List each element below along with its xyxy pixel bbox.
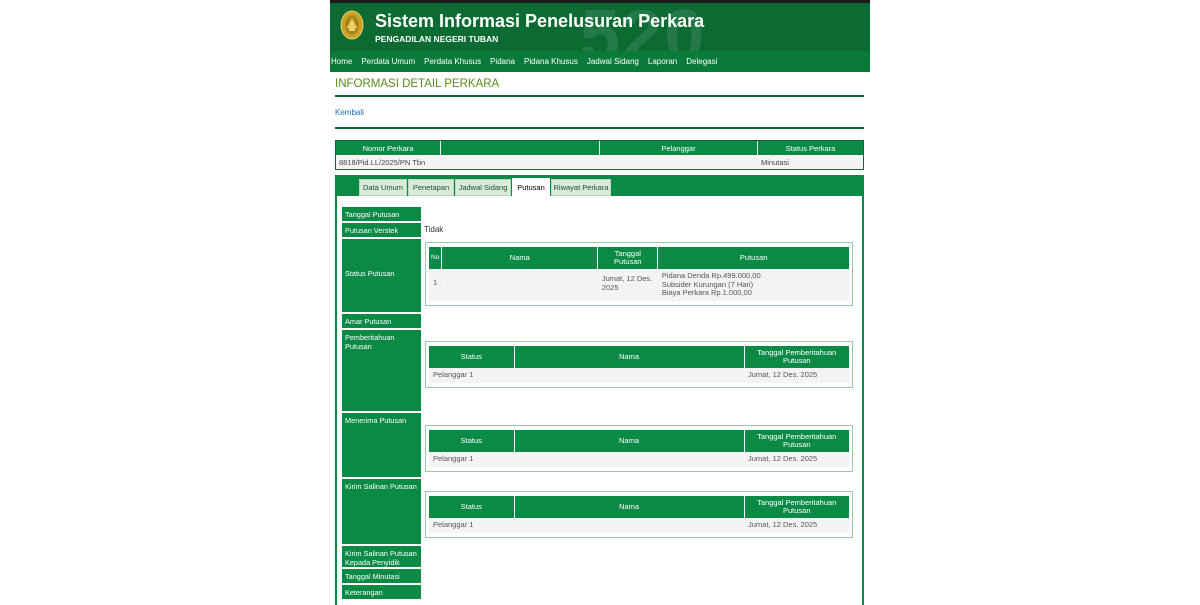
nav-perdata-umum[interactable]: Perdata Umum bbox=[361, 57, 415, 66]
menerima-box: Status Nama Tanggal Pemberitahuan Putusa… bbox=[425, 425, 853, 472]
row-tanggal: Jumat, 12 Des. 2025 bbox=[744, 518, 849, 533]
tab-putusan[interactable]: Putusan bbox=[512, 178, 550, 196]
table-header-row: No Nama Tanggal Putusan Putusan bbox=[429, 247, 849, 269]
nav-laporan[interactable]: Laporan bbox=[648, 57, 677, 66]
nav-delegasi[interactable]: Delegasi bbox=[686, 57, 717, 66]
table-row: Pelanggar 1 Jumat, 12 Des. 2025 bbox=[429, 452, 849, 467]
header-pelanggar: Pelanggar bbox=[600, 141, 758, 155]
col-tanggal-pemberitahuan: Tanggal Pemberitahuan Putusan bbox=[744, 496, 849, 518]
menerima-table: Status Nama Tanggal Pemberitahuan Putusa… bbox=[429, 430, 849, 467]
status-putusan-box: No Nama Tanggal Putusan Putusan 1 - Juma… bbox=[425, 242, 853, 306]
nav-pidana[interactable]: Pidana bbox=[490, 57, 515, 66]
table-row: 1 - Jumat, 12 Des. 2025 Pidana Denda Rp.… bbox=[429, 269, 849, 301]
tab-bar: Data Umum Penetapan Jadwal Sidang Putusa… bbox=[337, 177, 862, 196]
label-tanggal-minutasi: Tanggal Minutasi bbox=[342, 569, 421, 584]
row-no: 1 bbox=[429, 269, 442, 301]
case-summary-table: Nomor Perkara Pelanggar Status Perkara 8… bbox=[335, 140, 864, 170]
nav-home[interactable]: Home bbox=[331, 57, 352, 66]
kirim-salinan-box: Status Nama Tanggal Pemberitahuan Putusa… bbox=[425, 491, 853, 538]
row-tanggal: Jumat, 12 Des. 2025 bbox=[597, 269, 658, 301]
col-tanggal-pemberitahuan: Tanggal Pemberitahuan Putusan bbox=[744, 346, 849, 368]
tab-data-umum[interactable]: Data Umum bbox=[359, 179, 407, 196]
back-link[interactable]: Kembali bbox=[335, 108, 364, 117]
header-blank bbox=[441, 141, 600, 155]
col-nama: Nama bbox=[514, 430, 745, 452]
row-status: Pelanggar 1 bbox=[429, 368, 514, 383]
col-no: No bbox=[429, 247, 443, 269]
col-nama: Nama bbox=[441, 247, 599, 269]
site-subtitle: PENGADILAN NEGERI TUBAN bbox=[375, 34, 499, 44]
summary-header-row: Nomor Perkara Pelanggar Status Perkara bbox=[336, 141, 863, 155]
putusan-line: Biaya Perkara Rp.1.000,00 bbox=[661, 288, 752, 297]
table-header-row: Status Nama Tanggal Pemberitahuan Putusa… bbox=[429, 346, 849, 368]
col-status: Status bbox=[429, 346, 515, 368]
label-putusan-verstek: Putusan Verstek bbox=[342, 223, 421, 238]
divider bbox=[335, 95, 864, 97]
kirim-salinan-table: Status Nama Tanggal Pemberitahuan Putusa… bbox=[429, 496, 849, 533]
table-header-row: Status Nama Tanggal Pemberitahuan Putusa… bbox=[429, 430, 849, 452]
tab-riwayat-perkara[interactable]: Riwayat Perkara bbox=[551, 179, 611, 196]
label-amar-putusan: Amar Putusan bbox=[342, 314, 421, 329]
label-kirim-salinan-putusan: Kirim Salinan Putusan bbox=[342, 479, 421, 545]
table-row: Pelanggar 1 Jumat, 12 Des. 2025 bbox=[429, 368, 849, 383]
page-container: 520 Sistem Informasi Penelusuran Perkara… bbox=[330, 0, 870, 605]
table-header-row: Status Nama Tanggal Pemberitahuan Putusa… bbox=[429, 496, 849, 518]
putusan-verstek-value: Tidak bbox=[424, 225, 444, 234]
row-status: Pelanggar 1 bbox=[429, 518, 514, 533]
col-putusan: Putusan bbox=[657, 247, 849, 269]
tab-penetapan[interactable]: Penetapan bbox=[408, 179, 454, 196]
row-tanggal: Jumat, 12 Des. 2025 bbox=[744, 368, 849, 383]
row-nama: - bbox=[441, 269, 598, 301]
label-keterangan: Keterangan bbox=[342, 585, 421, 600]
row-tanggal: Jumat, 12 Des. 2025 bbox=[744, 452, 849, 467]
nomor-perkara-value: 8818/Pid.LL/2025/PN Tbn bbox=[339, 157, 426, 167]
col-status: Status bbox=[429, 430, 515, 452]
tab-jadwal-sidang[interactable]: Jadwal Sidang bbox=[455, 179, 511, 196]
page-title: INFORMASI DETAIL PERKARA bbox=[335, 78, 500, 90]
status-perkara-value: Minutasi bbox=[761, 157, 789, 167]
row-nama bbox=[514, 518, 744, 533]
nav-jadwal-sidang[interactable]: Jadwal Sidang bbox=[587, 57, 639, 66]
row-status: Pelanggar 1 bbox=[429, 452, 514, 467]
col-status: Status bbox=[429, 496, 515, 518]
col-nama: Nama bbox=[514, 346, 745, 368]
row-nama bbox=[514, 368, 744, 383]
table-row: Pelanggar 1 Jumat, 12 Des. 2025 bbox=[429, 518, 849, 533]
status-putusan-table: No Nama Tanggal Putusan Putusan 1 - Juma… bbox=[429, 247, 849, 301]
label-menerima-putusan: Menerima Putusan bbox=[342, 413, 421, 478]
label-tanggal-putusan: Tanggal Putusan bbox=[342, 207, 421, 222]
site-title: Sistem Informasi Penelusuran Perkara bbox=[375, 11, 705, 31]
label-pemberitahuan-putusan: Pemberitahuan Putusan bbox=[342, 330, 421, 412]
pemberitahuan-box: Status Nama Tanggal Pemberitahuan Putusa… bbox=[425, 341, 853, 388]
label-status-putusan: Status Putusan bbox=[342, 239, 421, 313]
col-tanggal-putusan: Tanggal Putusan bbox=[597, 247, 659, 269]
detail-panel: Data Umum Penetapan Jadwal Sidang Putusa… bbox=[335, 175, 864, 605]
nav-perdata-khusus[interactable]: Perdata Khusus bbox=[424, 57, 481, 66]
col-nama: Nama bbox=[514, 496, 745, 518]
summary-row: 8818/Pid.LL/2025/PN Tbn Minutasi bbox=[336, 155, 863, 169]
main-nav: Home Perdata Umum Perdata Khusus Pidana … bbox=[330, 51, 870, 72]
court-logo-icon bbox=[340, 10, 364, 40]
divider bbox=[335, 127, 864, 129]
col-tanggal-pemberitahuan: Tanggal Pemberitahuan Putusan bbox=[744, 430, 849, 452]
pemberitahuan-table: Status Nama Tanggal Pemberitahuan Putusa… bbox=[429, 346, 849, 383]
nav-pidana-khusus[interactable]: Pidana Khusus bbox=[524, 57, 578, 66]
row-putusan: Pidana Denda Rp.499.000,00 Subsider Kuru… bbox=[657, 269, 849, 301]
row-nama bbox=[514, 452, 744, 467]
header-status-perkara: Status Perkara bbox=[785, 143, 836, 153]
label-kirim-salinan-penyidik: Kirim Salinan Putusan Kepada Penyidik bbox=[342, 546, 421, 568]
header-nomor-perkara: Nomor Perkara bbox=[336, 141, 441, 155]
site-header: 520 Sistem Informasi Penelusuran Perkara… bbox=[330, 3, 870, 51]
